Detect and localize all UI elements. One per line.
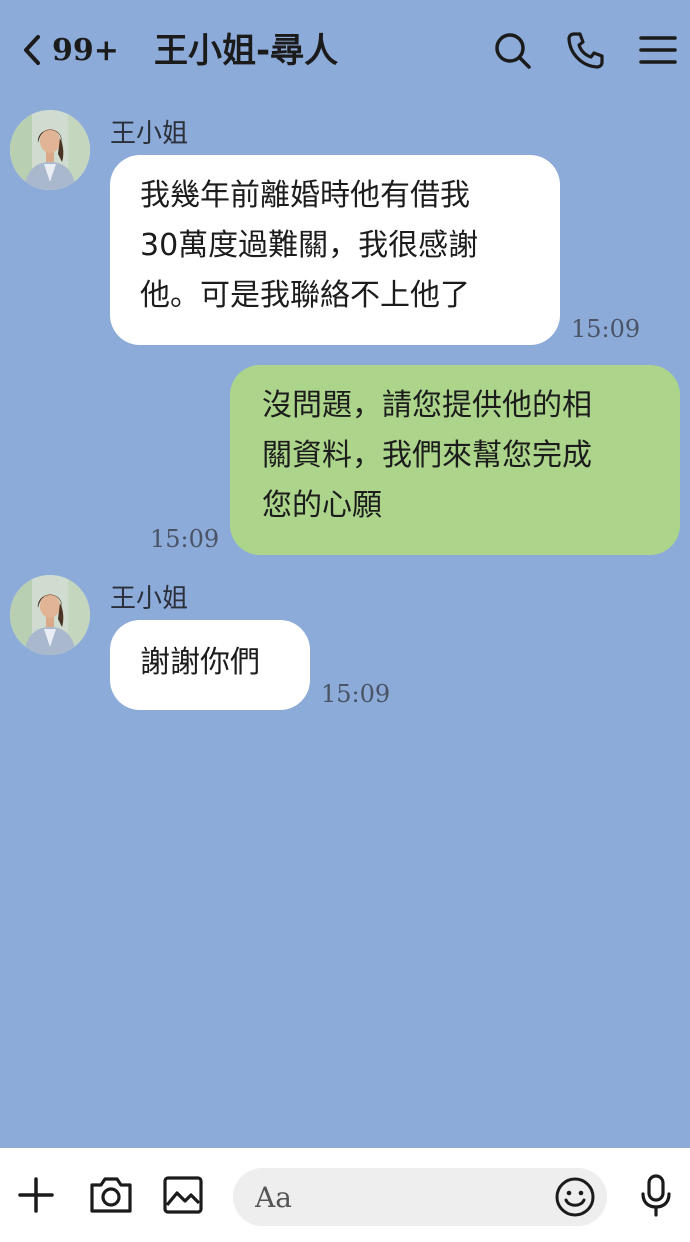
profile-photo-icon xyxy=(10,575,90,655)
message-text-line: 沒問題，請您提供他的相 xyxy=(262,388,592,423)
message-bubble[interactable]: 沒問題，請您提供他的相 關資料，我們來幫您完成 您的心願 xyxy=(230,365,680,555)
message-text-line: 謝謝你們 xyxy=(140,645,260,680)
back-button[interactable]: 99+ xyxy=(20,28,119,72)
camera-button[interactable] xyxy=(87,1171,135,1219)
message-text-line: 30萬度過難關，我很感謝 xyxy=(140,228,479,263)
message-text-line: 您的心願 xyxy=(262,488,382,523)
message-text-line: 他。可是我聯絡不上他了 xyxy=(140,278,470,313)
sender-name: 王小姐 xyxy=(110,119,189,149)
voice-button[interactable] xyxy=(634,1173,678,1217)
message-timestamp: 15:09 xyxy=(150,525,220,553)
unread-count: 99+ xyxy=(52,32,119,68)
plus-icon xyxy=(18,1177,54,1213)
message-text-line: 我幾年前離婚時他有借我 xyxy=(140,178,470,213)
emoji-button[interactable] xyxy=(553,1175,597,1219)
camera-icon xyxy=(90,1177,132,1213)
chevron-left-icon xyxy=(24,35,40,65)
phone-icon xyxy=(567,32,604,69)
message-timestamp: 15:09 xyxy=(321,680,391,708)
search-button[interactable] xyxy=(492,30,532,70)
microphone-icon xyxy=(641,1174,671,1217)
menu-icon xyxy=(639,36,677,64)
avatar[interactable] xyxy=(10,110,90,190)
message-text-line: 關資料，我們來幫您完成 xyxy=(262,438,592,473)
profile-photo-icon xyxy=(10,110,90,190)
message-bubble[interactable]: 我幾年前離婚時他有借我 30萬度過難關，我很感謝 他。可是我聯絡不上他了 xyxy=(110,155,560,345)
composer-bar xyxy=(0,1148,690,1242)
message-input-container xyxy=(233,1168,607,1226)
gallery-button[interactable] xyxy=(161,1173,205,1217)
search-icon xyxy=(495,33,531,69)
call-button[interactable] xyxy=(565,30,605,70)
sender-name: 王小姐 xyxy=(110,584,189,614)
message-input[interactable] xyxy=(253,1179,537,1215)
add-button[interactable] xyxy=(14,1173,58,1217)
message-bubble[interactable]: 謝謝你們 xyxy=(110,620,310,710)
avatar[interactable] xyxy=(10,575,90,655)
chat-header: 99+ 王小姐-尋人 xyxy=(0,0,690,100)
image-icon xyxy=(163,1176,203,1214)
message-timestamp: 15:09 xyxy=(571,315,641,343)
emoji-icon xyxy=(555,1177,595,1217)
menu-button[interactable] xyxy=(638,30,678,70)
chat-title: 王小姐-尋人 xyxy=(154,31,339,71)
